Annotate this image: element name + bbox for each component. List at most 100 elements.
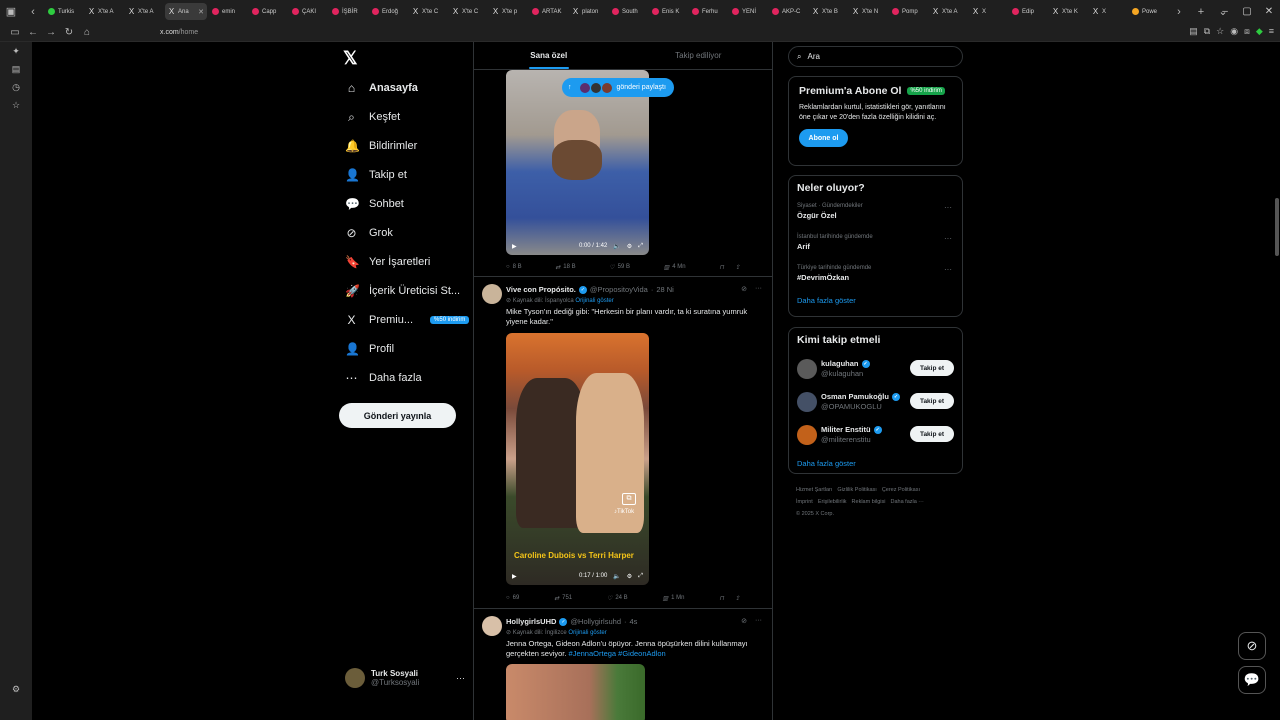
tweet-author-name[interactable]: HollygirlsUHD [506,617,556,626]
collections-icon[interactable]: ▤ [0,60,32,78]
settings-icon[interactable]: ⚙ [0,680,32,698]
footer-link[interactable]: Hizmet Şartları [796,487,832,493]
tweet-image[interactable] [506,664,645,720]
footer-link[interactable]: İmprint [796,499,813,505]
grok-button[interactable]: ⊘ [1238,632,1266,660]
nav-item-grok[interactable]: ⊘ Grok [345,223,392,243]
post-button[interactable]: Gönderi yayınla [339,403,456,428]
browser-tab[interactable]: Edip [1009,3,1047,20]
url-field[interactable]: x.com/home [160,29,198,36]
views-button[interactable]: ▥ 4 Mn [664,264,686,271]
minimize-icon[interactable]: – [1214,6,1236,17]
reader-icon[interactable]: ▤ [1189,26,1198,37]
tweet-video[interactable]: Caroline Dubois vs Terri Harper ♪TikTok … [506,333,649,585]
browser-tab[interactable]: X X'te C [409,3,447,20]
follow-show-more-link[interactable]: Daha fazla göster [797,459,954,468]
repost-button[interactable]: ⇄ 18 B [555,264,575,271]
x-logo-icon[interactable]: 𝕏 [343,48,358,69]
like-button[interactable]: ♡ 59 B [609,264,630,271]
browser-tab[interactable]: Enis K [649,3,687,20]
reload-icon[interactable]: ↻ [60,27,78,38]
bookmark-icon[interactable]: ⊓ [719,595,724,602]
menu-icon[interactable]: ≡ [1269,26,1274,37]
more-icon[interactable]: ··· [755,285,762,293]
bookmark-star-icon[interactable]: ☆ [1216,26,1224,37]
share-icon[interactable]: ⇪ [735,264,740,271]
browser-tab[interactable]: X X'te A [85,3,123,20]
tweet-author-handle[interactable]: @Hollygirlsuhd [570,617,621,626]
follow-suggestion[interactable]: kulaguhan ✓ @kulaguhan Takip et [797,352,954,385]
search-input[interactable]: ⌕ Ara [788,46,963,67]
new-tab-icon[interactable]: + [1190,0,1212,23]
messages-button[interactable]: 💬 [1238,666,1266,694]
fullscreen-icon[interactable]: ⤢ [638,243,643,250]
follow-suggestion[interactable]: Osman Pamukoğlu ✓ @OPAMUKOGLU Takip et [797,385,954,418]
pip-icon[interactable]: ⧉ [1204,26,1210,37]
tweet-author-name[interactable]: Vive con Propósito. [506,285,576,294]
browser-tab[interactable]: XX [969,3,1007,20]
account-icon[interactable]: ◉ [1230,26,1238,37]
close-tab-icon[interactable]: ✕ [198,8,204,16]
browser-tab[interactable]: X X'te A [929,3,967,20]
browser-tab[interactable]: İŞBİR [329,3,367,20]
nav-item-chat[interactable]: 💬 Sohbet [345,194,404,214]
like-button[interactable]: ♡ 24 B [607,595,628,602]
tab-for-you[interactable]: Sana özel [474,42,624,69]
repost-button[interactable]: ⇄ 751 [554,595,572,602]
tweet-time[interactable]: 28 Ni [656,285,674,294]
trend-item[interactable]: Türkiye tarihinde gündemde #DevrimÖzkan ··… [797,265,954,287]
trend-item[interactable]: İstanbul tarihinde gündemde Arif ··· [797,234,954,256]
nav-item-x-premium[interactable]: X Premiu... %50 indirim [345,310,470,330]
footer-link[interactable]: Çerez Politikası [882,487,920,493]
footer-link[interactable]: Reklam bilgisi [852,499,886,505]
share-icon[interactable]: ⇪ [735,595,740,602]
browser-tab[interactable]: Turkis [45,3,83,20]
more-options-icon[interactable]: ··· [456,673,465,683]
browser-tab[interactable]: X Ana ✕ [165,3,207,20]
more-icon[interactable]: ··· [944,234,952,243]
history-icon[interactable]: ◷ [0,78,32,96]
hashtags[interactable]: #JennaOrtega #GideonAdlon [569,649,666,658]
settings-gear-icon[interactable]: ⚙ [627,573,632,580]
settings-gear-icon[interactable]: ⚙ [627,243,632,250]
footer-link[interactable]: Erişilebilirlik [818,499,847,505]
browser-tab[interactable]: Pomp [889,3,927,20]
tab-menu-icon[interactable]: ▣ [0,0,22,23]
trend-item[interactable]: Siyaset · Gündemdekiler Özgür Özel ··· [797,203,954,225]
footer-link[interactable]: © 2025 X Corp. [796,511,834,517]
play-icon[interactable]: ▶ [512,243,517,250]
grok-explain-icon[interactable]: ⊘ [741,617,747,625]
more-icon[interactable]: ··· [755,617,762,625]
grok-explain-icon[interactable]: ⊘ [741,285,747,293]
extensions-icon[interactable]: ⧈ [1244,26,1250,37]
avatar[interactable] [482,616,502,636]
browser-tab[interactable]: ÇAKI [289,3,327,20]
new-posts-pill[interactable]: ↑ gönderi paylaştı [562,78,674,97]
footer-link[interactable]: Daha fazla ··· [890,499,923,505]
browser-tab[interactable]: X X'te N [849,3,887,20]
fullscreen-icon[interactable]: ⤢ [638,573,643,580]
browser-tab[interactable]: XX [1089,3,1127,20]
volume-icon[interactable]: 🔈 [613,243,620,250]
browser-tab[interactable]: Xplaton [569,3,607,20]
reply-button[interactable]: ○ 69 [506,595,519,601]
tab-scroll-left-icon[interactable]: ‹ [22,0,44,23]
browser-tab[interactable]: ARTAK [529,3,567,20]
maximize-icon[interactable]: ▢ [1236,6,1258,17]
nav-item-follow[interactable]: 👤 Takip et [345,165,407,185]
favorites-icon[interactable]: ☆ [0,96,32,114]
bookmark-icon[interactable]: ⊓ [719,264,724,271]
nav-item-bell[interactable]: 🔔 Bildirimler [345,136,417,156]
browser-tab[interactable]: South [609,3,647,20]
nav-item-rocket[interactable]: 🚀 İçerik Üreticisi St... [345,281,460,301]
browser-tab[interactable]: Erdoğ [369,3,407,20]
browser-tab[interactable]: X X'te p [489,3,527,20]
follow-button[interactable]: Takip et [910,426,954,442]
extension-green-icon[interactable]: ◆ [1256,26,1263,37]
nav-item-more[interactable]: ⋯ Daha fazla [345,368,422,388]
nav-item-bookmark[interactable]: 🔖 Yer İşaretleri [345,252,430,272]
views-button[interactable]: ▥ 1 Mn [662,595,684,602]
account-switcher[interactable]: Turk Sosyali @Turksosyali ··· [345,666,465,690]
more-icon[interactable]: ··· [944,265,952,274]
browser-tab[interactable]: Powe [1129,3,1167,20]
